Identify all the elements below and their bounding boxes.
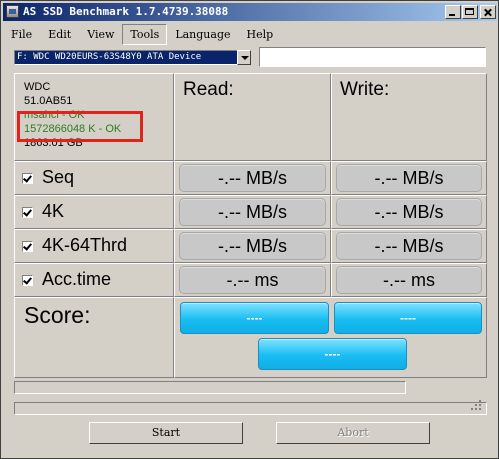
app-icon	[6, 5, 19, 18]
menu-bar: File Edit View Tools Language Help	[3, 24, 282, 45]
score-read-value: ----	[180, 302, 329, 334]
abort-button[interactable]: Abort	[276, 422, 430, 444]
seq-read-value: -.-- MB/s	[179, 164, 326, 192]
menu-file[interactable]: File	[3, 24, 40, 45]
read-column-header: Read:	[174, 73, 331, 161]
score-panel: ---- ---- ----	[174, 297, 487, 378]
drive-firmware: 51.0AB51	[24, 95, 73, 107]
acc-time-checkbox[interactable]	[22, 275, 33, 286]
4k-64thrd-write-value: -.-- MB/s	[336, 232, 482, 260]
close-button[interactable]	[480, 5, 496, 19]
as-ssd-window: AS SSD Benchmark 1.7.4739.38088 File Edi…	[0, 0, 499, 459]
acc-time-write-value: -.-- ms	[336, 266, 482, 294]
seq-write-cell: -.-- MB/s	[331, 161, 487, 195]
test-row-seq: Seq	[14, 161, 174, 195]
score-write-value: ----	[334, 302, 482, 334]
window-title: AS SSD Benchmark 1.7.4739.38088	[23, 5, 229, 18]
4k-64thrd-write-cell: -.-- MB/s	[331, 229, 487, 263]
seq-checkbox[interactable]	[22, 173, 33, 184]
progress-bar-total	[14, 402, 487, 415]
drive-select[interactable]: F: WDC WD20EURS-63S48Y0 ATA Device	[14, 50, 251, 65]
minimize-button[interactable]	[445, 5, 461, 19]
4k-64thrd-label: 4K-64Thrd	[42, 235, 128, 255]
score-total-value: ----	[258, 338, 407, 370]
chevron-down-icon[interactable]	[237, 50, 251, 65]
red-highlight-annotation	[17, 111, 143, 142]
acc-time-read-value: -.-- ms	[179, 266, 326, 294]
4k-read-cell: -.-- MB/s	[174, 195, 331, 229]
test-row-4k-64thrd: 4K-64Thrd	[14, 229, 174, 263]
start-button[interactable]: Start	[89, 422, 243, 444]
4k-checkbox[interactable]	[22, 207, 33, 218]
menu-help[interactable]: Help	[239, 24, 282, 45]
test-row-acc-time: Acc.time	[14, 263, 174, 297]
maximize-button[interactable]	[462, 5, 478, 19]
4k-64thrd-read-cell: -.-- MB/s	[174, 229, 331, 263]
menu-tools[interactable]: Tools	[122, 24, 168, 45]
seq-write-value: -.-- MB/s	[336, 164, 482, 192]
score-label: Score:	[14, 297, 174, 378]
progress-bar-test	[14, 381, 406, 394]
test-row-4k: 4K	[14, 195, 174, 229]
4k-64thrd-checkbox[interactable]	[22, 241, 33, 252]
4k-write-value: -.-- MB/s	[336, 198, 482, 226]
drive-vendor: WDC	[24, 81, 51, 93]
seq-label: Seq	[42, 167, 75, 187]
title-bar[interactable]: AS SSD Benchmark 1.7.4739.38088	[3, 3, 497, 21]
4k-64thrd-read-value: -.-- MB/s	[179, 232, 326, 260]
menu-language[interactable]: Language	[167, 24, 238, 45]
menu-view[interactable]: View	[79, 24, 122, 45]
4k-label: 4K	[42, 201, 65, 221]
acc-time-write-cell: -.-- ms	[331, 263, 487, 297]
resize-grip-icon[interactable]	[471, 400, 482, 411]
write-column-header: Write:	[331, 73, 487, 161]
4k-write-cell: -.-- MB/s	[331, 195, 487, 229]
seq-read-cell: -.-- MB/s	[174, 161, 331, 195]
menu-edit[interactable]: Edit	[40, 24, 79, 45]
acc-time-read-cell: -.-- ms	[174, 263, 331, 297]
4k-read-value: -.-- MB/s	[179, 198, 326, 226]
path-input[interactable]	[259, 47, 486, 67]
acc-time-label: Acc.time	[42, 269, 112, 289]
